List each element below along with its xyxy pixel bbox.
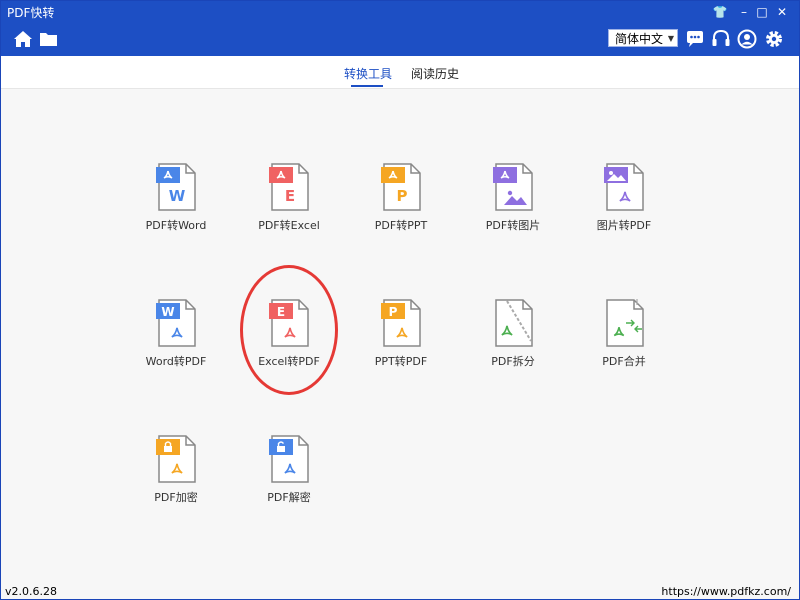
headset-icon[interactable]: [711, 29, 731, 49]
pdf-to-image-icon: [493, 163, 533, 211]
pdf-encrypt-icon: [156, 435, 196, 483]
svg-text:W: W: [161, 305, 174, 319]
tool-label: PDF解密: [267, 491, 311, 504]
app-window: PDF快转 👕 – □ ✕ 简体中文 ▼ 转换工具 阅读历史 W PDF转Wor…: [0, 0, 800, 600]
maximize-button[interactable]: □: [753, 3, 771, 21]
folder-icon[interactable]: [39, 29, 59, 49]
chevron-down-icon: ▼: [667, 34, 674, 43]
svg-text:P: P: [397, 187, 408, 205]
tool-pdf-to-excel[interactable]: E PDF转Excel: [239, 159, 339, 259]
website-link[interactable]: https://www.pdfkz.com/: [661, 585, 791, 598]
highlight-circle: [240, 265, 338, 395]
word-to-pdf-icon: W: [156, 299, 196, 347]
language-value: 简体中文: [615, 32, 664, 46]
tab-reading-history[interactable]: 阅读历史: [411, 65, 459, 82]
tool-label: PDF转Excel: [258, 219, 320, 232]
svg-text:W: W: [169, 187, 186, 205]
tool-ppt-to-pdf[interactable]: P PPT转PDF: [351, 295, 451, 395]
tab-convert-tools[interactable]: 转换工具: [344, 65, 392, 82]
status-bar: v2.0.6.28 https://www.pdfkz.com/: [1, 584, 799, 599]
language-select[interactable]: 简体中文 ▼: [608, 29, 678, 47]
tool-label: PDF合并: [602, 355, 646, 368]
tool-label: Word转PDF: [145, 355, 207, 368]
image-to-pdf-icon: [604, 163, 644, 211]
active-tab-indicator: [351, 85, 383, 87]
home-icon[interactable]: [13, 29, 33, 49]
pdf-to-excel-icon: E: [269, 163, 309, 211]
pdf-split-icon: [495, 299, 533, 347]
title-bar: PDF快转 👕 – □ ✕: [1, 1, 799, 23]
gear-icon[interactable]: [764, 29, 784, 49]
tool-pdf-split[interactable]: PDF拆分: [463, 295, 563, 395]
close-button[interactable]: ✕: [773, 3, 791, 21]
tab-bar: 转换工具 阅读历史: [1, 56, 799, 89]
svg-text:E: E: [285, 187, 295, 205]
pdf-decrypt-icon: [269, 435, 309, 483]
user-icon[interactable]: [737, 29, 757, 49]
tool-pdf-merge[interactable]: PDF合并: [574, 295, 674, 395]
svg-text:P: P: [389, 305, 398, 319]
version-label: v2.0.6.28: [5, 585, 57, 598]
tool-pdf-to-word[interactable]: W PDF转Word: [126, 159, 226, 259]
tool-pdf-to-image[interactable]: PDF转图片: [463, 159, 563, 259]
skin-icon[interactable]: 👕: [711, 3, 729, 21]
toolbar: 简体中文 ▼: [1, 23, 799, 56]
tool-label: PDF加密: [154, 491, 198, 504]
tool-image-to-pdf[interactable]: 图片转PDF: [574, 159, 674, 259]
pdf-to-word-icon: W: [156, 163, 196, 211]
app-title: PDF快转: [7, 6, 55, 20]
pdf-to-ppt-icon: P: [381, 163, 421, 211]
tool-pdf-encrypt[interactable]: PDF加密: [126, 431, 226, 531]
tool-label: PDF拆分: [491, 355, 535, 368]
ppt-to-pdf-icon: P: [381, 299, 421, 347]
tool-pdf-decrypt[interactable]: PDF解密: [239, 431, 339, 531]
tool-label: PDF转Word: [145, 219, 207, 232]
tool-word-to-pdf[interactable]: W Word转PDF: [126, 295, 226, 395]
tool-label: PPT转PDF: [374, 355, 428, 368]
tool-label: PDF转图片: [485, 219, 541, 232]
tool-label: PDF转PPT: [374, 219, 428, 232]
tool-pdf-to-ppt[interactable]: P PDF转PPT: [351, 159, 451, 259]
tool-label: 图片转PDF: [596, 219, 652, 232]
pdf-merge-icon: [606, 299, 644, 347]
chat-icon[interactable]: [685, 29, 705, 49]
minimize-button[interactable]: –: [735, 3, 753, 21]
